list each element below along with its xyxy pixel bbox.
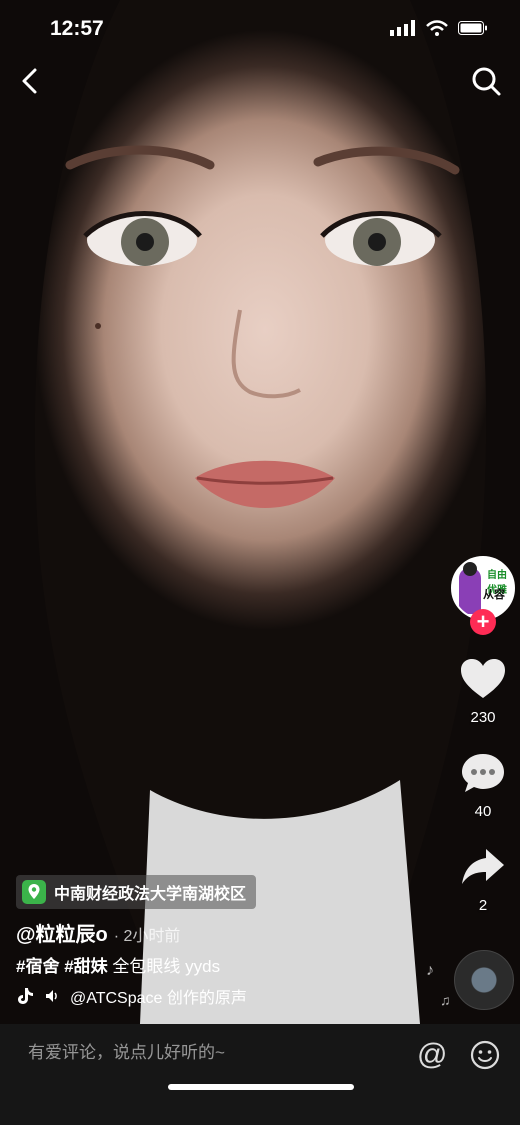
comment-input[interactable] [26, 1042, 400, 1064]
search-button[interactable] [468, 62, 504, 100]
author-line: @粒粒辰o · 2小时前 [16, 918, 180, 947]
video-frame [0, 0, 520, 1024]
like-count: 230 [470, 709, 496, 726]
location-pin-icon [22, 880, 46, 904]
like-button[interactable]: 230 [452, 658, 514, 726]
share-icon [462, 849, 504, 884]
music-note-icon-small: ♫ [440, 992, 451, 1008]
share-count: 2 [478, 897, 488, 914]
search-icon [472, 67, 501, 96]
at-mention-icon[interactable]: @ [417, 1038, 447, 1072]
post-time: · 2小时前 [113, 928, 181, 945]
emoji-icon[interactable] [470, 1040, 500, 1070]
music-disc[interactable] [454, 950, 514, 1010]
video-caption: #宿舍 #甜妹 全包眼线 yyds [16, 952, 220, 977]
location-tag[interactable]: 中南财经政法大学南湖校区 [16, 875, 257, 909]
comment-bar: @ [0, 1024, 520, 1125]
comment-button[interactable]: 40 [452, 752, 514, 820]
caption-text: 全包眼线 yyds [112, 957, 221, 976]
location-name: 中南财经政法大学南湖校区 [54, 886, 247, 903]
wifi-icon [426, 20, 448, 36]
avatar-head [463, 562, 477, 576]
hashtag-dorm[interactable]: #宿舍 [16, 957, 59, 976]
home-indicator [168, 1084, 354, 1090]
hashtag-sweet[interactable]: #甜妹 [64, 957, 107, 976]
status-time: 12:57 [50, 17, 104, 40]
avatar-text-mid: 从容 [483, 589, 505, 601]
status-bar: 12:57 [0, 0, 520, 56]
chevron-left-icon [22, 68, 37, 94]
music-info[interactable]: @ATCSpace 创作的原声 [16, 984, 247, 1008]
music-note-icon: ♪ [426, 962, 434, 979]
back-button[interactable] [14, 62, 48, 100]
heart-icon [461, 659, 505, 698]
share-button[interactable]: 2 [452, 846, 514, 914]
battery-icon [458, 21, 487, 35]
author-handle[interactable]: @粒粒辰o [16, 924, 108, 946]
comment-count: 40 [474, 803, 492, 820]
signal-icon [390, 20, 415, 36]
sound-icon [46, 990, 57, 1002]
music-label: @ATCSpace 创作的原声 [70, 990, 247, 1007]
follow-button[interactable]: + [470, 609, 496, 635]
comment-icon [462, 754, 504, 792]
video-player[interactable] [0, 0, 520, 1024]
tiktok-note-icon [18, 988, 33, 1004]
